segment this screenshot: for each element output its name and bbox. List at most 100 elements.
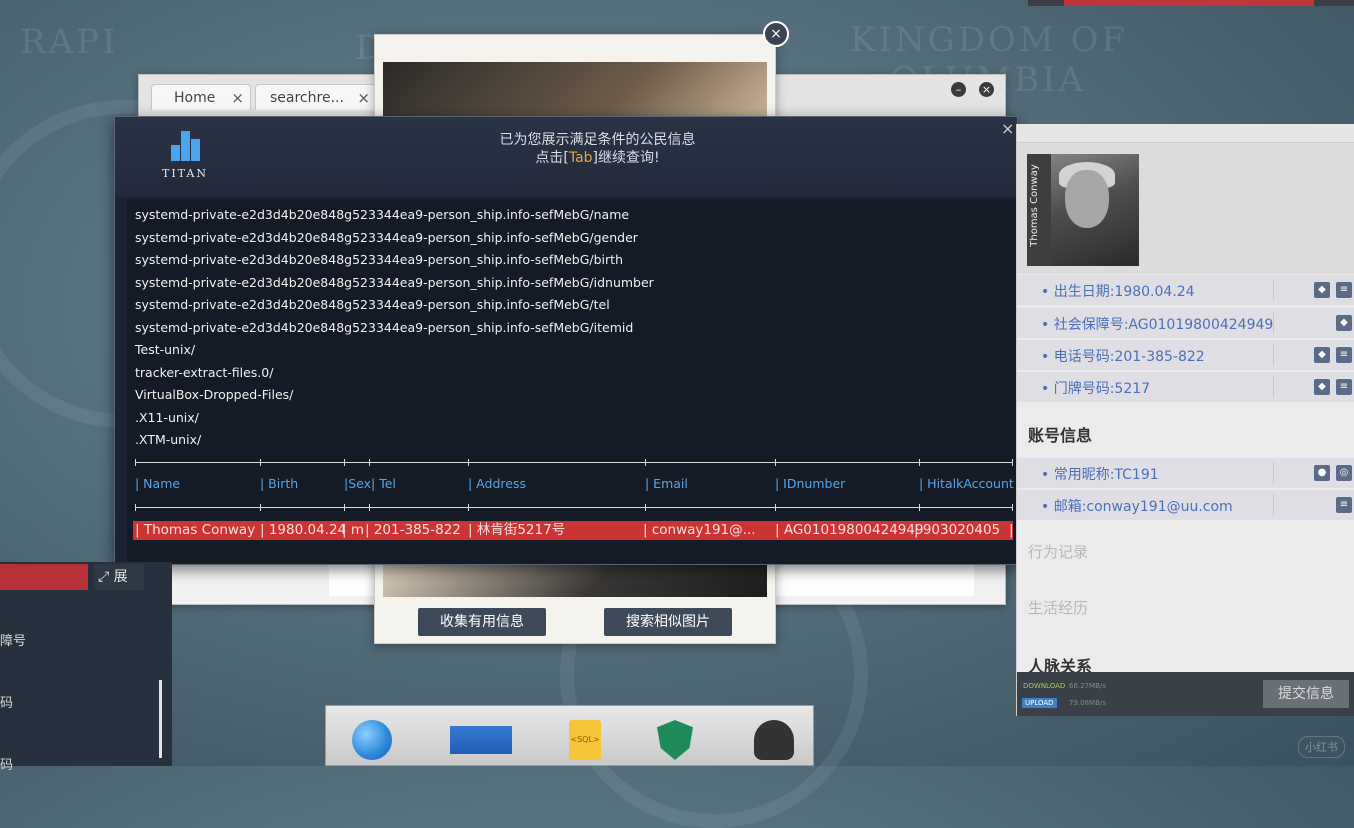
shield-icon[interactable]: ◆ [1336, 315, 1352, 331]
column-header-birth: | Birth [260, 476, 299, 491]
output-line: systemd-private-e2d3d4b20e848g523344ea9-… [135, 252, 623, 267]
section-account-info: 账号信息 [1028, 426, 1093, 445]
upload-label: UPLOAD [1022, 698, 1057, 708]
left-item[interactable]: 码 [0, 754, 13, 773]
shield-icon[interactable]: ◆ [1314, 347, 1330, 363]
scrollbar[interactable] [159, 680, 162, 758]
info-row-house: • 门牌号码:5217 ◆ ≡ [1017, 372, 1354, 402]
avatar: Thomas Conway [1027, 154, 1139, 266]
cell-idnumber: | AG01019800424949 [775, 522, 924, 538]
document-icon[interactable]: ≡ [1336, 282, 1352, 298]
mail-icon[interactable] [450, 726, 512, 754]
cell-birth: | 1980.04.24 [260, 522, 347, 538]
search-similar-button[interactable]: 搜索相似图片 [604, 608, 732, 636]
collect-info-button[interactable]: 收集有用信息 [418, 608, 546, 636]
download-label: DOWNLOAD [1023, 682, 1066, 690]
output-line: systemd-private-e2d3d4b20e848g523344ea9-… [135, 230, 638, 245]
globe-icon[interactable]: ◎ [1336, 465, 1352, 481]
house-number: • 门牌号码:5217 [1041, 381, 1151, 397]
info-row-phone: • 电话号码:201-385-822 ◆ ≡ [1017, 340, 1354, 370]
name-tag: Thomas Conway [1027, 154, 1051, 266]
close-icon[interactable]: × [763, 21, 789, 47]
watermark: 小红书 [1298, 736, 1345, 758]
expand-button[interactable]: ⤢ 展 [94, 564, 144, 590]
terminal-window: TITAN 已为您展示满足条件的公民信息 点击[Tab]继续查询! × syst… [114, 116, 1018, 565]
section-behavior[interactable]: 行为记录 [1028, 541, 1088, 562]
cell-name: | Thomas Conway [135, 522, 256, 538]
submit-info-button[interactable]: 提交信息 [1263, 680, 1349, 708]
message-line-2: 点击[Tab]继续查询! [535, 150, 660, 166]
background-text: KINGDOM OF [850, 20, 1128, 60]
column-header-sex-tel: |Sex| Tel [344, 476, 396, 491]
column-header-name: | Name [135, 476, 181, 491]
tab-label: searchre... [270, 90, 344, 106]
output-line: systemd-private-e2d3d4b20e848g523344ea9-… [135, 320, 634, 335]
bulb-icon[interactable]: ● [1314, 465, 1330, 481]
profile-titlebar [1017, 124, 1354, 143]
social-security-number: • 社会保障号:AG01019800424949 [1041, 317, 1274, 333]
document-icon[interactable]: ≡ [1336, 497, 1352, 513]
document-icon[interactable]: ≡ [1336, 379, 1352, 395]
expand-icon: ⤢ [98, 569, 110, 585]
left-panel-tab[interactable] [0, 564, 88, 590]
status-bar-fill [1064, 0, 1314, 6]
table-border [135, 459, 1013, 466]
left-item[interactable]: 障号 [0, 630, 26, 649]
left-item[interactable]: 码 [0, 692, 13, 711]
output-line: .XTM-unix/ [135, 432, 202, 447]
profile-header: Thomas Conway [1017, 124, 1354, 274]
terminal-header: TITAN 已为您展示满足条件的公民信息 点击[Tab]继续查询! × [115, 117, 1017, 197]
nickname: • 常用昵称:TC191 [1041, 467, 1159, 483]
output-line: systemd-private-e2d3d4b20e848g523344ea9-… [135, 207, 630, 222]
close-icon[interactable]: × [357, 85, 370, 111]
output-line: Test-unix/ [135, 342, 196, 357]
phone-number: • 电话号码:201-385-822 [1041, 349, 1205, 365]
tab-home[interactable]: Home × [151, 84, 251, 110]
network-status-bar: DOWNLOAD 66.27MB/s UPLOAD 79.08MB/s 提交信息 [1017, 672, 1354, 716]
brand-name: TITAN [162, 167, 208, 180]
column-header-idnumber: | IDnumber [775, 476, 846, 491]
document-icon[interactable]: ≡ [1336, 347, 1352, 363]
cell-email: | conway191@... [643, 522, 756, 538]
cell-tel: | 201-385-822 [365, 522, 461, 538]
browser-globe-icon[interactable] [352, 720, 392, 760]
titan-logo-icon [167, 131, 203, 161]
hacker-hat-icon[interactable] [754, 720, 794, 760]
message-line-1: 已为您展示满足条件的公民信息 [499, 132, 696, 148]
profile-panel: Thomas Conway • 出生日期:1980.04.24 ◆ ≡ • 社会… [1016, 124, 1354, 716]
minimize-button[interactable]: – [951, 82, 966, 97]
security-shield-icon[interactable] [657, 720, 693, 760]
cell-address: | 林肯街5217号 [468, 522, 566, 538]
shield-icon[interactable]: ◆ [1314, 282, 1330, 298]
output-line: systemd-private-e2d3d4b20e848g523344ea9-… [135, 297, 610, 312]
birth-date: • 出生日期:1980.04.24 [1041, 284, 1195, 300]
info-row-nickname: • 常用昵称:TC191 ● ◎ [1017, 458, 1354, 488]
download-speed: 66.27MB/s [1069, 682, 1106, 690]
app-dock: <SQL> [325, 705, 814, 766]
terminal-output: systemd-private-e2d3d4b20e848g523344ea9-… [127, 199, 1017, 564]
info-row-ssn: • 社会保障号:AG01019800424949 ◆ [1017, 308, 1354, 338]
cell-end: | [1009, 522, 1014, 538]
table-border [135, 504, 1013, 511]
cell-hitalk: | 903020405 [914, 522, 1001, 538]
close-icon[interactable]: × [231, 85, 244, 111]
upload-speed: 79.08MB/s [1069, 699, 1106, 707]
titan-logo: TITAN [161, 131, 209, 180]
cell-sex: | m [342, 522, 364, 538]
tab-search-results[interactable]: searchre... × [255, 84, 377, 110]
output-line: VirtualBox-Dropped-Files/ [135, 387, 294, 402]
sql-file-icon[interactable]: <SQL> [569, 720, 601, 760]
background-text: RAPI [20, 22, 119, 62]
output-line: systemd-private-e2d3d4b20e848g523344ea9-… [135, 275, 654, 290]
section-life[interactable]: 生活经历 [1028, 597, 1088, 618]
column-header-hitalk: | HitalkAccount | [919, 476, 1018, 491]
left-side-panel: ⤢ 展 障号 码 码 [0, 562, 172, 773]
terminal-message: 已为您展示满足条件的公民信息 点击[Tab]继续查询! [415, 131, 780, 167]
tab-key-hint: Tab [568, 150, 593, 166]
tab-label: Home [174, 90, 216, 106]
column-header-address: | Address [468, 476, 526, 491]
output-line: tracker-extract-files.0/ [135, 365, 274, 380]
column-header-email: | Email [645, 476, 688, 491]
close-window-button[interactable]: × [979, 82, 994, 97]
shield-icon[interactable]: ◆ [1314, 379, 1330, 395]
